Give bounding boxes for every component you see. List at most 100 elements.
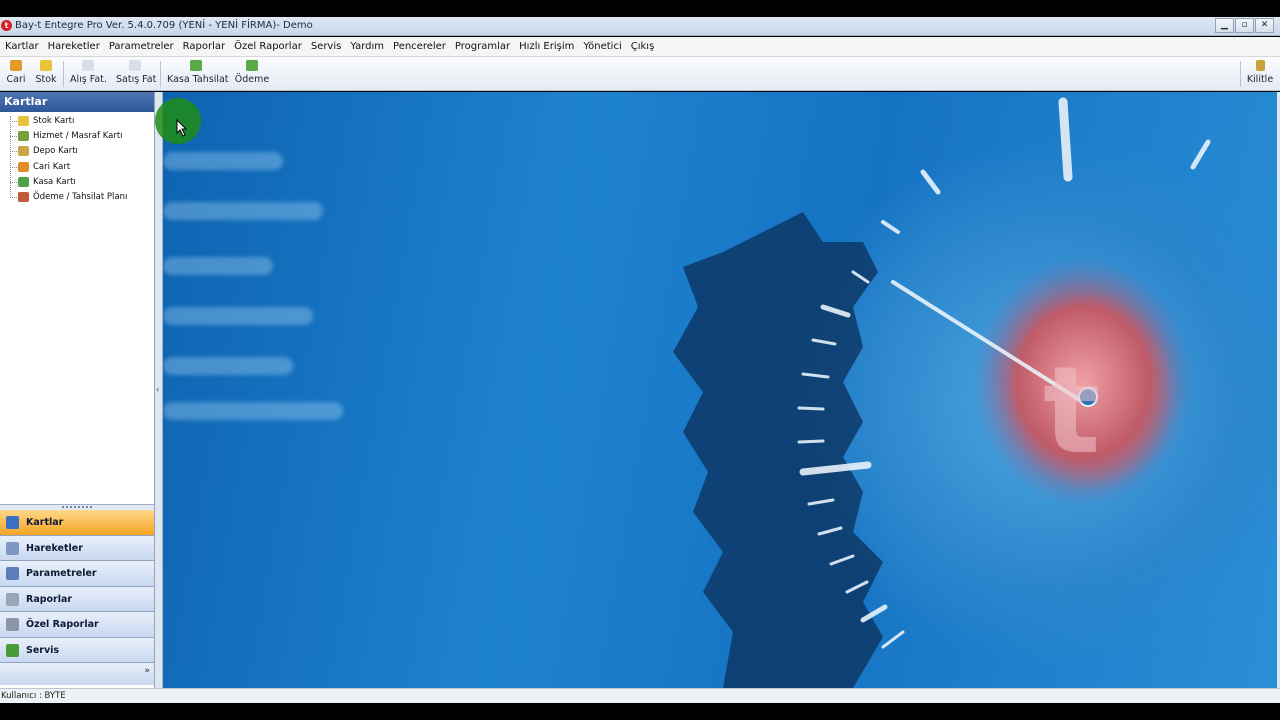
- kasa-tahsilat-icon: [190, 60, 202, 71]
- kasa-tahsilat-label: Kasa Tahsilat: [167, 74, 229, 85]
- ozel-raporlar-icon: [6, 618, 19, 631]
- menu-parametreler[interactable]: Parametreler: [109, 41, 174, 52]
- collapse-arrow-icon[interactable]: ‹: [156, 385, 159, 394]
- navigation-pane: Kartlar Hareketler Parametreler Raporlar…: [0, 510, 154, 685]
- satis-fatura-label: Satış Fat: [116, 74, 157, 85]
- chevron-right-icon[interactable]: »: [144, 666, 150, 676]
- nav-label: Servis: [26, 644, 60, 656]
- kilitle-button[interactable]: Kilitle: [1245, 60, 1275, 88]
- raporlar-icon: [6, 592, 19, 606]
- kartlar-tree: Stok Kartı Hizmet / Masraf Kartı Depo Ka…: [0, 112, 154, 205]
- servis-icon: [6, 643, 19, 657]
- window-title: Bay-t Entegre Pro Ver. 5.4.0.709 (YENİ -…: [15, 20, 313, 31]
- kasa-tahsilat-button[interactable]: Kasa Tahsilat: [167, 60, 229, 88]
- nav-hareketler[interactable]: Hareketler: [0, 535, 154, 561]
- maximize-button[interactable]: ▫: [1235, 18, 1254, 33]
- cari-label: Cari: [6, 74, 26, 85]
- tree-item-cari-kart[interactable]: Cari Kart: [0, 160, 154, 175]
- tree-item-depo-karti[interactable]: Depo Kartı: [0, 144, 154, 159]
- cari-kart-icon: [18, 161, 29, 172]
- satis-fatura-button[interactable]: Satış Fat: [116, 60, 157, 88]
- close-button[interactable]: ✕: [1255, 18, 1274, 33]
- panel-splitter[interactable]: ‹: [155, 92, 163, 688]
- tree-item-label: Kasa Kartı: [33, 176, 76, 187]
- cari-icon: [10, 60, 22, 71]
- nav-label: Hareketler: [26, 542, 83, 554]
- parametreler-icon: [6, 567, 19, 580]
- hizmet-karti-icon: [18, 131, 29, 142]
- window-controls: ▁ ▫ ✕: [1215, 18, 1274, 33]
- menu-raporlar[interactable]: Raporlar: [183, 41, 225, 52]
- clock-gear-illustration: t: [673, 97, 1211, 688]
- nav-raporlar[interactable]: Raporlar: [0, 586, 154, 612]
- mouse-cursor-icon: [176, 119, 188, 137]
- kasa-karti-icon: [18, 176, 29, 187]
- nav-parametreler[interactable]: Parametreler: [0, 561, 154, 587]
- stok-karti-icon: [18, 116, 29, 126]
- menu-hareketler[interactable]: Hareketler: [48, 41, 100, 52]
- status-user: Kullanıcı : BYTE: [1, 691, 66, 701]
- odeme-plani-icon: [18, 191, 29, 202]
- nav-label: Kartlar: [26, 517, 64, 528]
- tree-branch: [10, 136, 17, 138]
- menu-pencereler[interactable]: Pencereler: [393, 41, 446, 52]
- nav-label: Raporlar: [26, 593, 73, 605]
- tree-branch: [10, 166, 17, 168]
- tree-item-odeme-tahsilat-plani[interactable]: Ödeme / Tahsilat Planı: [0, 190, 154, 205]
- menu-servis[interactable]: Servis: [311, 41, 342, 52]
- nav-ozel-raporlar[interactable]: Özel Raporlar: [0, 612, 154, 638]
- alis-fatura-button[interactable]: Alış Fat.: [70, 60, 107, 88]
- tree-item-label: Stok Kartı: [33, 116, 75, 126]
- toolbar-separator: [1240, 61, 1241, 87]
- nav-servis[interactable]: Servis: [0, 637, 154, 663]
- toolbar-separator: [160, 61, 161, 87]
- menu-ozel-raporlar[interactable]: Özel Raporlar: [234, 41, 302, 52]
- tree-branch: [10, 196, 17, 198]
- tree-item-kasa-karti[interactable]: Kasa Kartı: [0, 175, 154, 190]
- tree-item-label: Ödeme / Tahsilat Planı: [33, 191, 128, 202]
- panel-header: Kartlar: [0, 92, 154, 112]
- nav-more-bar[interactable]: »: [0, 663, 154, 685]
- lock-icon: [1255, 60, 1265, 71]
- app-logo-icon: t: [1, 20, 12, 31]
- kilitle-label: Kilitle: [1246, 74, 1274, 85]
- nav-kartlar[interactable]: Kartlar: [0, 510, 154, 536]
- cari-button[interactable]: Cari: [4, 60, 28, 88]
- tree-branch: [10, 121, 17, 122]
- stok-button[interactable]: Stok: [34, 60, 58, 88]
- minimize-button[interactable]: ▁: [1215, 18, 1234, 33]
- tree-item-label: Depo Kartı: [33, 146, 78, 157]
- tree-item-stok-karti[interactable]: Stok Kartı: [0, 114, 154, 129]
- odeme-icon: [246, 60, 258, 71]
- odeme-label: Ödeme: [234, 74, 270, 85]
- alis-fatura-icon: [82, 60, 94, 71]
- status-bar: Kullanıcı : BYTE: [0, 688, 1280, 703]
- menu-cikis[interactable]: Çıkış: [631, 41, 655, 52]
- tree-branch: [10, 181, 17, 183]
- main-workspace: t: [163, 92, 1277, 688]
- title-bar: t Bay-t Entegre Pro Ver. 5.4.0.709 (YENİ…: [0, 17, 1280, 36]
- menu-yardim[interactable]: Yardım: [350, 41, 384, 52]
- tree-item-label: Cari Kart: [33, 161, 71, 172]
- tree-branch: [10, 151, 17, 153]
- grip-icon: [62, 506, 92, 508]
- svg-text:t: t: [1043, 342, 1100, 481]
- menu-bar: Kartlar Hareketler Parametreler Raporlar…: [0, 37, 1280, 57]
- odeme-button[interactable]: Ödeme: [234, 60, 270, 88]
- toolbar: Cari Stok Alış Fat. Satış Fat Kasa Tahsi…: [0, 57, 1280, 91]
- left-panel: Kartlar Stok Kartı Hizmet / Masraf Kartı…: [0, 92, 155, 688]
- menu-yonetici[interactable]: Yönetici: [583, 41, 621, 52]
- nav-label: Parametreler: [26, 568, 97, 579]
- menu-kartlar[interactable]: Kartlar: [5, 41, 39, 52]
- toolbar-separator: [63, 61, 64, 87]
- kartlar-icon: [6, 516, 19, 529]
- app-window: t Bay-t Entegre Pro Ver. 5.4.0.709 (YENİ…: [0, 0, 1280, 720]
- menu-programlar[interactable]: Programlar: [455, 41, 510, 52]
- depo-karti-icon: [18, 146, 29, 157]
- satis-fatura-icon: [129, 60, 141, 71]
- tree-item-hizmet-masraf-karti[interactable]: Hizmet / Masraf Kartı: [0, 129, 154, 144]
- nav-label: Özel Raporlar: [26, 619, 99, 630]
- alis-fatura-label: Alış Fat.: [70, 74, 107, 85]
- hareketler-icon: [6, 541, 19, 555]
- menu-hizli-erisim[interactable]: Hızlı Erişim: [519, 41, 574, 52]
